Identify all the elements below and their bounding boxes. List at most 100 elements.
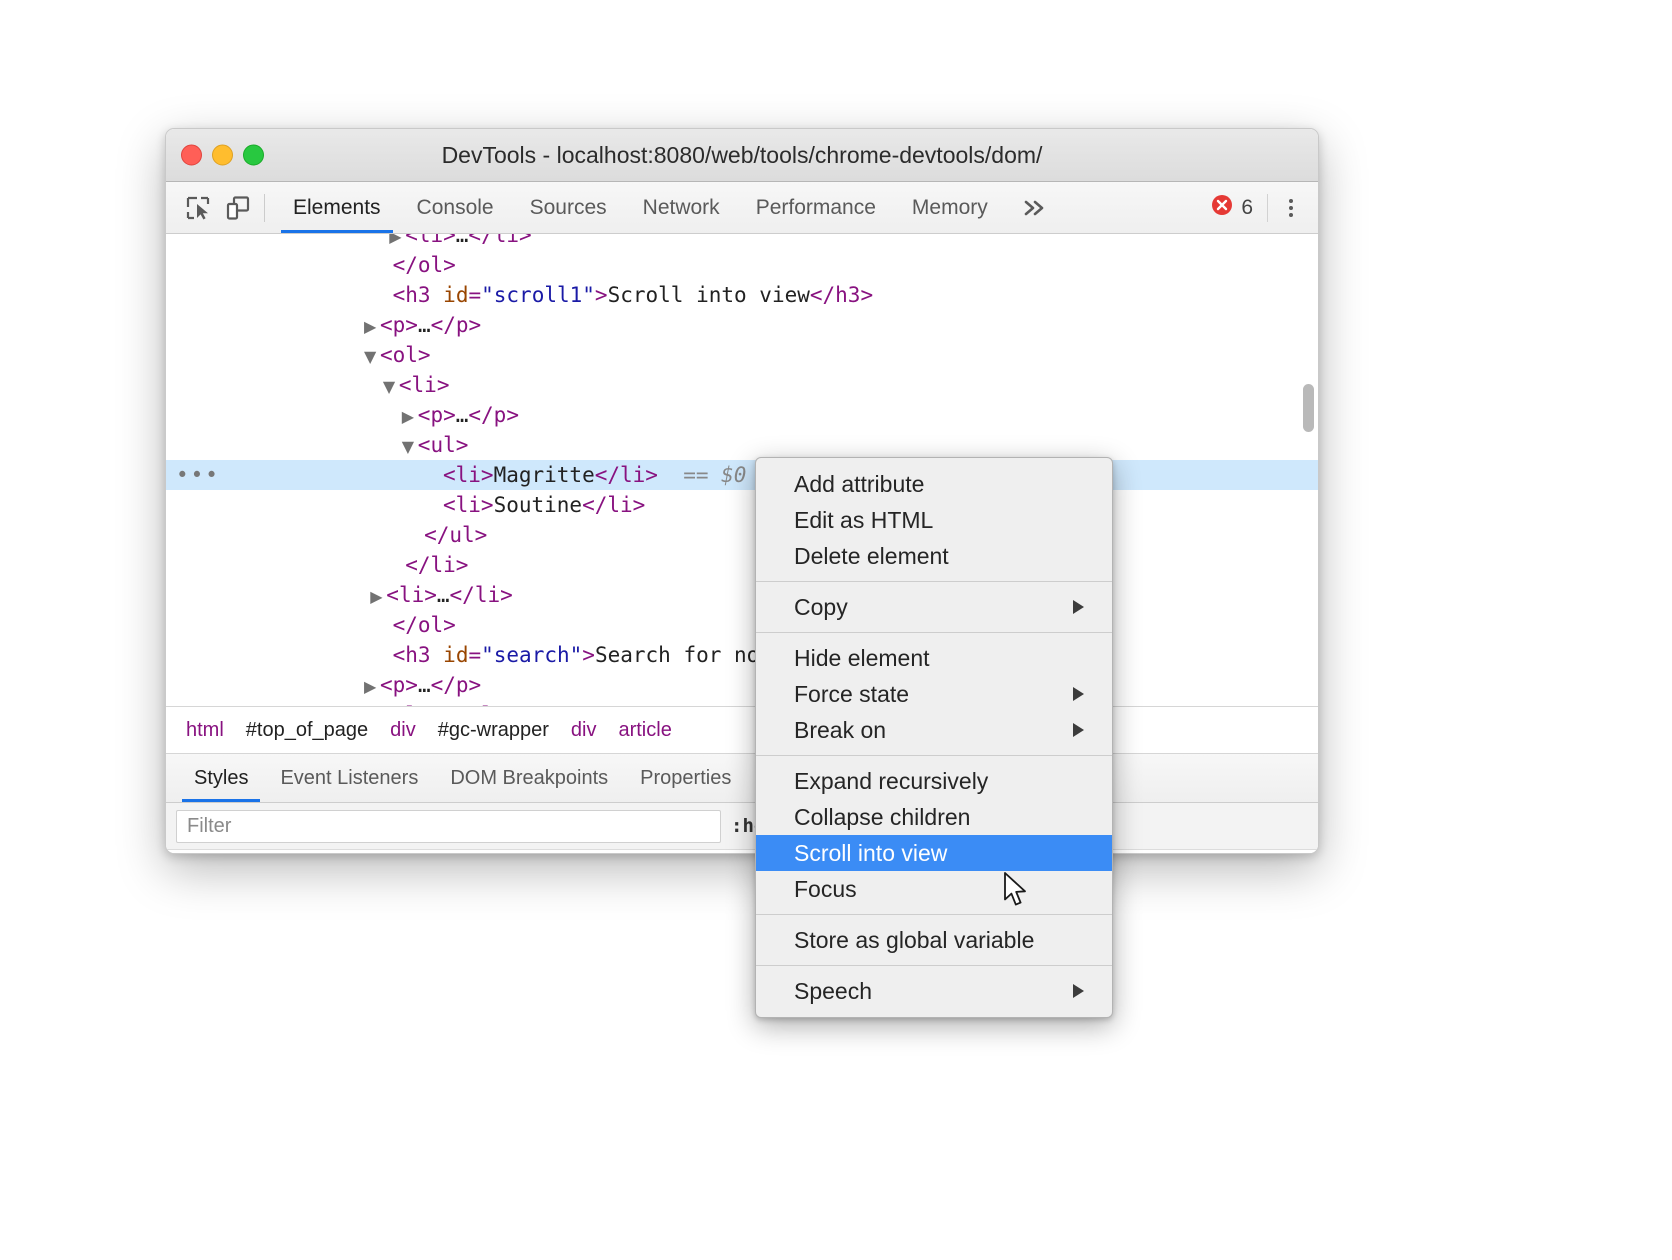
context-menu-item-label: Edit as HTML [794,507,933,534]
context-menu-item-edit-as-html[interactable]: Edit as HTML [756,502,1112,538]
styles-tab-dom-breakpoints[interactable]: DOM Breakpoints [434,754,624,802]
filter-input[interactable]: Filter [176,810,721,843]
styles-tab-styles[interactable]: Styles [178,754,264,802]
dom-tree-row[interactable]: <h3 id="scroll1">Scroll into view</h3> [166,280,1318,310]
code-token-tw: <ol> [380,703,431,706]
error-icon [1210,193,1234,222]
code-token-tw: </ol> [443,703,506,706]
inspect-element-icon[interactable] [178,188,218,228]
dom-tree-row[interactable]: <li>Soutine</li> [166,490,1318,520]
code-token-tw: > [582,643,595,667]
tab-performance[interactable]: Performance [738,182,894,233]
breadcrumb-item-div[interactable]: div [563,717,605,744]
tab-sources[interactable]: Sources [512,182,625,233]
context-menu-item-store-as-global-variable[interactable]: Store as global variable [756,922,1112,958]
dom-tree-row[interactable]: ▶<p>…</p> [166,310,1318,340]
expand-triangle-closed-icon[interactable]: ▶ [402,402,418,432]
code-token-tw: <ol> [380,343,431,367]
context-menu-separator [756,632,1112,633]
dom-tree-row[interactable]: </ol> [166,250,1318,280]
context-menu-item-copy[interactable]: Copy [756,589,1112,625]
dom-tree-row[interactable]: ▶<li>…</li> [166,234,1318,250]
context-menu-item-delete-element[interactable]: Delete element [756,538,1112,574]
minimize-button[interactable] [212,145,233,166]
code-token-tw: </p> [431,313,482,337]
context-menu-item-add-attribute[interactable]: Add attribute [756,466,1112,502]
devtools-toolbar: Elements Console Sources Network Perform… [166,182,1318,234]
code-token-tw: <h3 [393,283,444,307]
code-token-txt: … [456,403,469,427]
context-menu-item-hide-element[interactable]: Hide element [756,640,1112,676]
tab-network[interactable]: Network [625,182,738,233]
dom-tree-row[interactable]: </ul> [166,520,1318,550]
context-menu-item-label: Hide element [794,645,930,672]
close-button[interactable] [181,145,202,166]
code-token-tw: </li> [468,234,531,247]
styles-tab-properties[interactable]: Properties [624,754,747,802]
code-token-tw: <ul> [418,433,469,457]
code-token-txt: Magritte [494,463,595,487]
tab-elements[interactable]: Elements [275,182,399,233]
code-token-tw: <li> [399,373,450,397]
styles-tab-event-listeners[interactable]: Event Listeners [264,754,434,802]
dom-tree-row[interactable]: ▶<li>…</li> [166,580,1318,610]
device-toolbar-icon[interactable] [218,188,258,228]
dom-tree-row[interactable]: </ol> [166,610,1318,640]
breadcrumb-item-topofpage[interactable]: #top_of_page [238,717,376,744]
dom-tree-row-selected[interactable]: •••<li>Magritte</li> == $0 [166,460,1318,490]
main-menu-icon[interactable] [1274,191,1308,225]
breadcrumb-item-div[interactable]: div [382,717,424,744]
expand-triangle-closed-icon[interactable]: ▶ [364,702,380,706]
code-token-txt: … [456,234,469,247]
expand-triangle-closed-icon[interactable]: ▶ [370,582,386,612]
dom-tree-row[interactable]: ▶<p>…</p> [166,400,1318,430]
expand-triangle-closed-icon[interactable]: ▶ [364,312,380,342]
submenu-arrow-icon [1073,723,1084,737]
dom-tree-scrollbar[interactable] [1303,384,1314,432]
code-token-txt: … [418,673,431,697]
maximize-button[interactable] [243,145,264,166]
context-menu: Add attribute Edit as HTML Delete element C… [755,457,1113,1018]
dom-tree-row[interactable]: ▼<li> [166,370,1318,400]
tab-console[interactable]: Console [399,182,512,233]
code-token-tw: </p> [431,673,482,697]
tab-memory-label: Memory [912,196,988,220]
context-menu-item-break-on[interactable]: Break on [756,712,1112,748]
context-menu-item-label: Copy [794,594,848,621]
context-menu-item-expand-recursively[interactable]: Expand recursively [756,763,1112,799]
context-menu-item-speech[interactable]: Speech [756,973,1112,1009]
dom-tree-row[interactable]: <h3 id="search">Search for node [166,640,1318,670]
row-more-icon[interactable]: ••• [176,460,220,490]
code-token-tw: <li> [443,463,494,487]
dom-tree-row[interactable]: ▶<p>…</p> [166,670,1318,700]
dom-tree-panel[interactable]: ▶<li>…</li></ol><h3 id="scroll1">Scroll … [166,234,1318,706]
submenu-arrow-icon [1073,600,1084,614]
code-token-dollar: == $0 [658,463,747,487]
expand-triangle-open-icon[interactable]: ▼ [364,342,380,372]
tab-memory[interactable]: Memory [894,182,1006,233]
context-menu-item-collapse-children[interactable]: Collapse children [756,799,1112,835]
code-token-tw: </ul> [424,523,487,547]
breadcrumb-item-html[interactable]: html [178,717,232,744]
context-menu-item-label: Force state [794,681,909,708]
expand-triangle-closed-icon[interactable]: ▶ [364,672,380,702]
error-count: 6 [1241,196,1253,220]
expand-triangle-open-icon[interactable]: ▼ [383,372,399,402]
expand-triangle-open-icon[interactable]: ▼ [402,432,418,462]
context-menu-item-focus[interactable]: Focus [756,871,1112,907]
more-tabs-icon[interactable] [1006,198,1064,218]
breadcrumb-item-gc-wrapper[interactable]: #gc-wrapper [430,717,557,744]
dom-tree-row[interactable]: ▼<ol> [166,340,1318,370]
code-token-tw: </li> [450,583,513,607]
context-menu-item-scroll-into-view[interactable]: Scroll into view [756,835,1112,871]
dom-tree-row[interactable]: ▶<ol>…</ol> [166,700,1318,706]
context-menu-item-label: Expand recursively [794,768,988,795]
context-menu-item-force-state[interactable]: Force state [756,676,1112,712]
code-token-txt: … [437,583,450,607]
dom-tree-row[interactable]: ▼<ul> [166,430,1318,460]
code-token-tw: </ol> [393,253,456,277]
error-badge[interactable]: 6 [1202,193,1261,222]
dom-tree-row[interactable]: </li> [166,550,1318,580]
tab-elements-label: Elements [293,196,381,220]
breadcrumb-item-article[interactable]: article [610,717,679,744]
